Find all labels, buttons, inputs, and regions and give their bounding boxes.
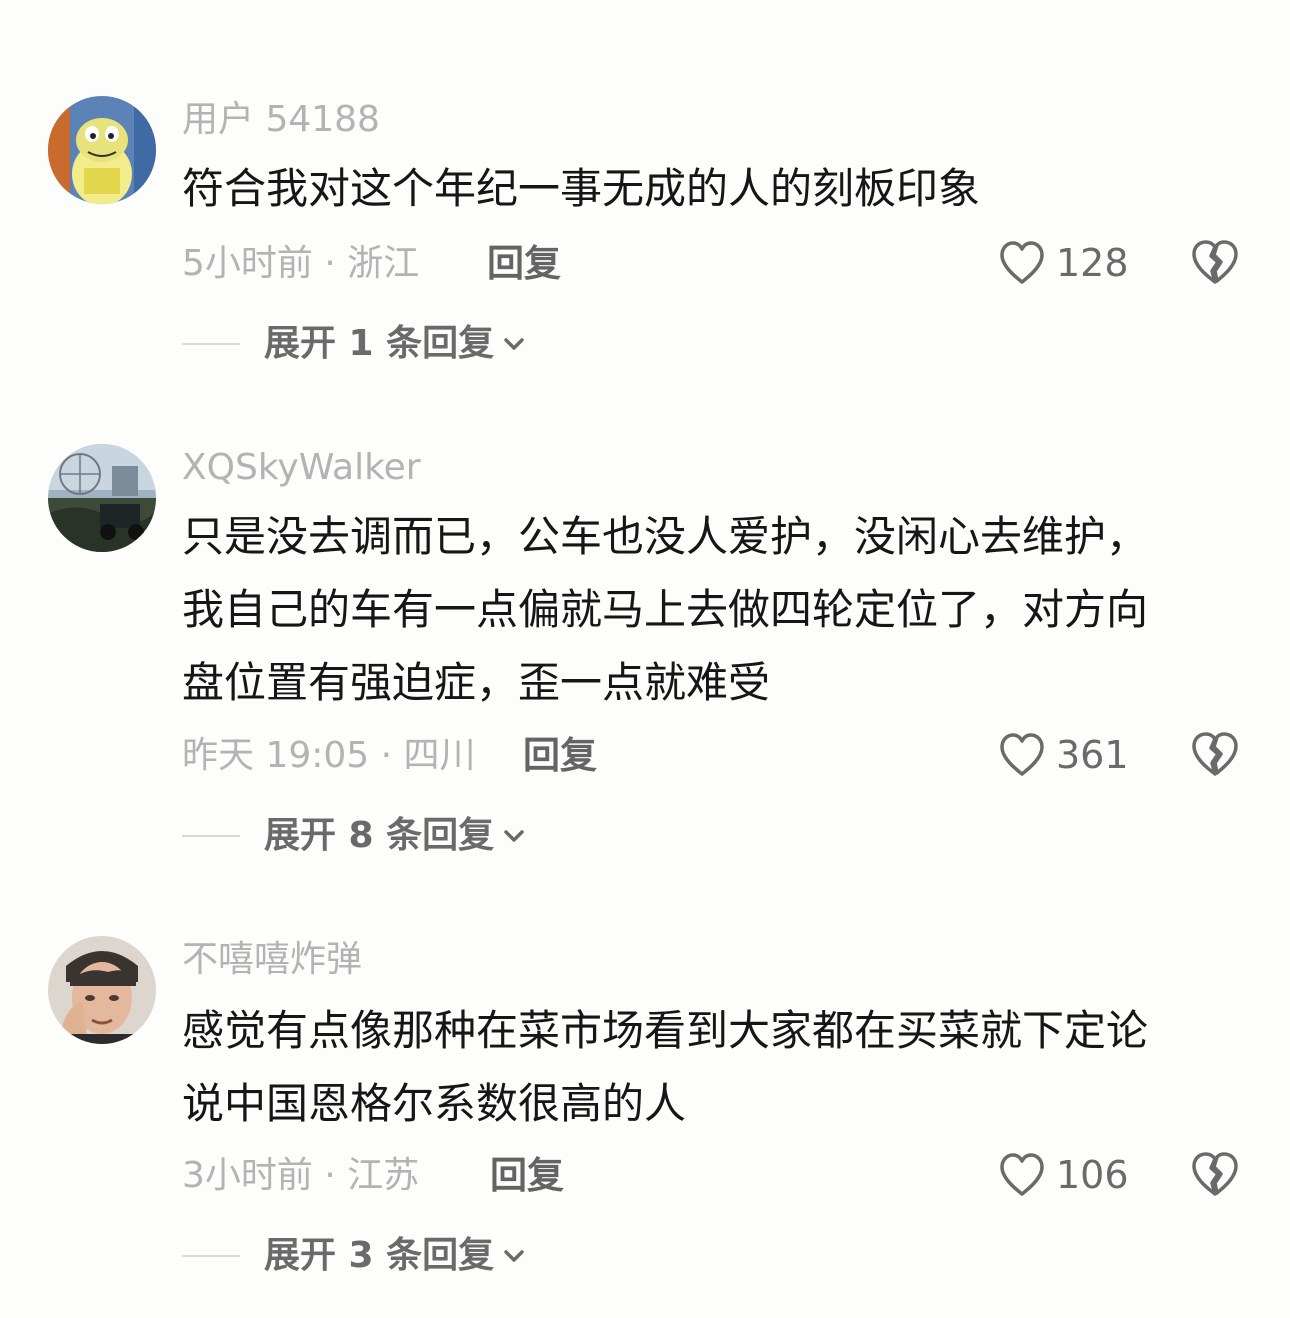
dislike-button[interactable] <box>1190 238 1240 288</box>
comment-text-line: 感觉有点像那种在菜市场看到大家都在买菜就下定论 <box>182 1006 1149 1055</box>
chevron-down-icon <box>504 338 524 350</box>
expand-replies-label: 展开 1 条回复 <box>264 323 495 364</box>
photo-avatar-image <box>48 936 156 1044</box>
heart-icon <box>1000 1153 1044 1196</box>
expand-replies-row: 展开 3 条回复 <box>182 1234 526 1278</box>
expand-replies-label: 展开 3 条回复 <box>264 1235 495 1276</box>
comment-meta: 5小时前 · 浙江 <box>182 243 420 284</box>
chevron-down-icon <box>504 1250 524 1262</box>
broken-heart-icon <box>1192 240 1238 284</box>
expand-replies-row: 展开 1 条回复 <box>182 322 526 366</box>
like-button[interactable]: 106 <box>998 1150 1129 1200</box>
expand-replies-button[interactable]: 展开 1 条回复 <box>264 322 526 366</box>
broken-heart-icon <box>1192 1152 1238 1196</box>
cartoon-avatar-image <box>48 96 156 204</box>
heart-icon <box>1000 733 1044 776</box>
broken-heart-icon <box>1192 732 1238 776</box>
comment-text-line: 符合我对这个年纪一事无成的人的刻板印象 <box>182 164 981 213</box>
comment-text: 符合我对这个年纪一事无成的人的刻板印象 <box>182 152 1242 225</box>
reply-button[interactable]: 回复 <box>523 734 597 778</box>
like-count: 106 <box>1056 1153 1129 1197</box>
divider <box>182 1255 240 1257</box>
reply-button[interactable]: 回复 <box>490 1154 564 1198</box>
avatar[interactable] <box>48 936 156 1044</box>
dislike-button[interactable] <box>1190 730 1240 780</box>
comment-text-line: 我自己的车有一点偏就马上去做四轮定位了，对方向 <box>182 585 1149 634</box>
dislike-button[interactable] <box>1190 1150 1240 1200</box>
comment-text: 感觉有点像那种在菜市场看到大家都在买菜就下定论 说中国恩格尔系数很高的人 <box>182 994 1242 1140</box>
comment-meta: 昨天 19:05 · 四川 <box>182 735 476 776</box>
comment-text-line: 说中国恩格尔系数很高的人 <box>182 1079 687 1128</box>
expand-replies-button[interactable]: 展开 8 条回复 <box>264 814 526 858</box>
photo-avatar-image <box>48 444 156 552</box>
comment-text-line: 盘位置有强迫症，歪一点就难受 <box>182 658 771 707</box>
avatar[interactable] <box>48 96 156 204</box>
divider <box>182 835 240 837</box>
chevron-down-icon <box>504 830 524 842</box>
username[interactable]: 不嘻嘻炸弹 <box>182 938 362 982</box>
like-button[interactable]: 128 <box>998 238 1129 288</box>
expand-replies-button[interactable]: 展开 3 条回复 <box>264 1234 526 1278</box>
comment-text: 只是没去调而已，公车也没人爱护，没闲心去维护， 我自己的车有一点偏就马上去做四轮… <box>182 500 1242 719</box>
expand-replies-row: 展开 8 条回复 <box>182 814 526 858</box>
comment-meta: 3小时前 · 江苏 <box>182 1155 420 1196</box>
divider <box>182 343 240 345</box>
username[interactable]: 用户 54188 <box>182 98 380 142</box>
comment-text-line: 只是没去调而已，公车也没人爱护，没闲心去维护， <box>182 512 1149 561</box>
heart-icon <box>1000 241 1044 284</box>
username[interactable]: XQSkyWalker <box>182 446 421 490</box>
avatar[interactable] <box>48 444 156 552</box>
like-button[interactable]: 361 <box>998 730 1129 780</box>
reply-button[interactable]: 回复 <box>487 242 561 286</box>
expand-replies-label: 展开 8 条回复 <box>264 815 495 856</box>
like-count: 128 <box>1056 241 1129 285</box>
like-count: 361 <box>1056 733 1129 777</box>
